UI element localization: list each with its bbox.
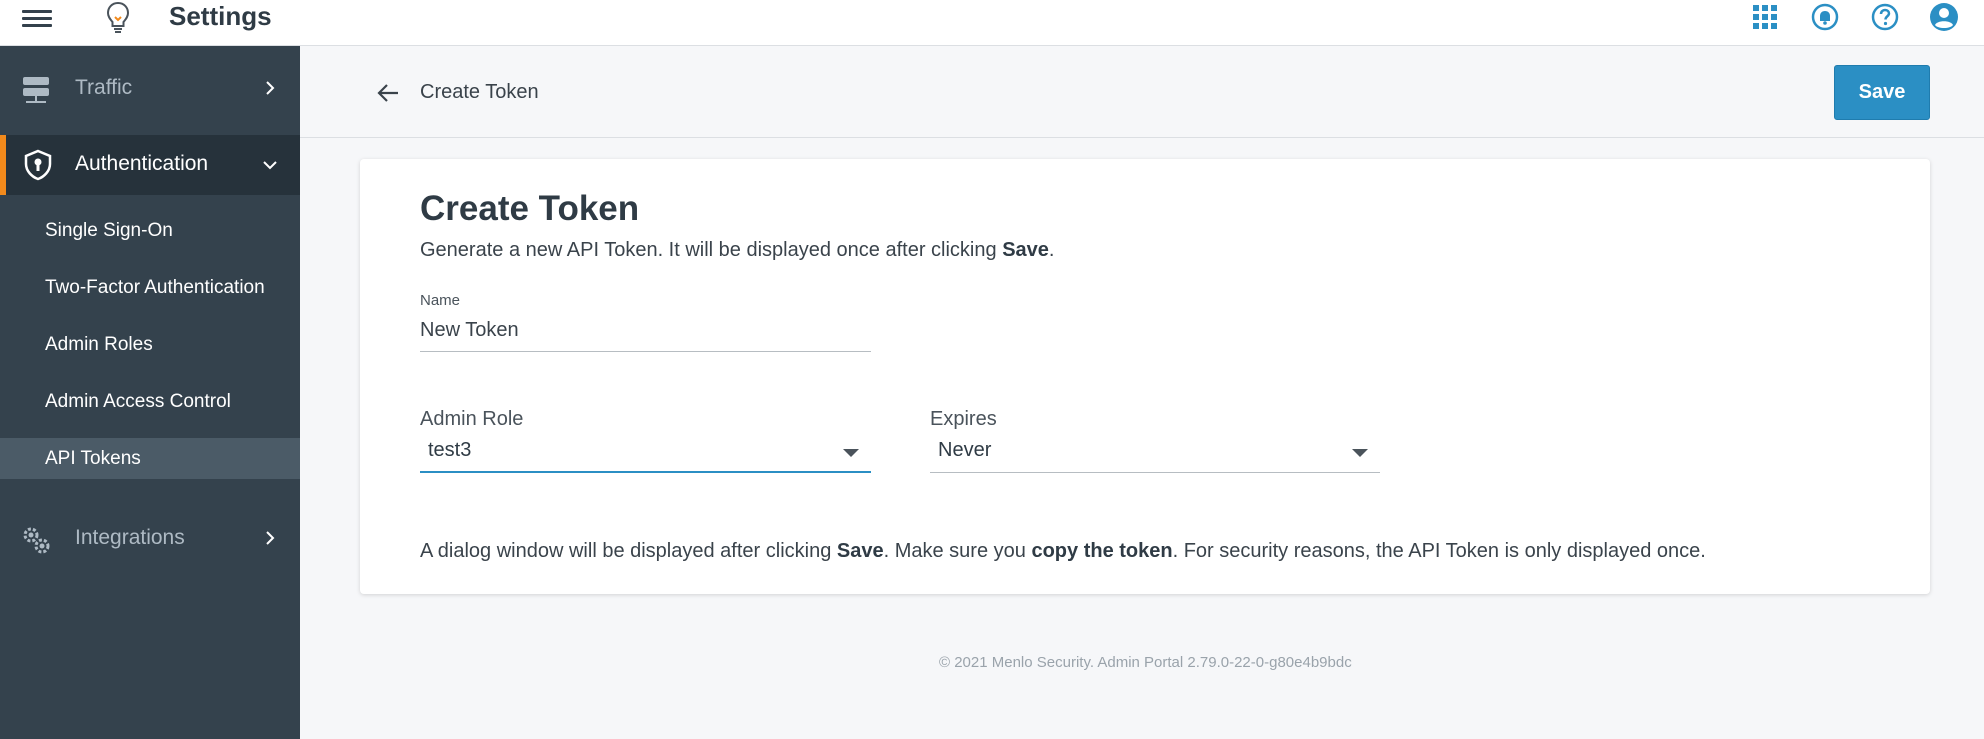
expires-value: Never: [938, 439, 992, 461]
name-label: Name: [420, 292, 461, 309]
description-period: .: [1048, 239, 1055, 261]
description-text: Generate a new API Token. It will be dis…: [420, 239, 1003, 261]
expires-label: Expires: [930, 408, 997, 430]
sidebar-section-label: Authentication: [75, 152, 209, 175]
save-button[interactable]: Save: [1834, 65, 1930, 120]
page-description: Generate a new API Token. It will be dis…: [420, 239, 1054, 262]
admin-role-value: test3: [428, 439, 472, 461]
sidebar-section-authentication[interactable]: Authentication: [0, 135, 300, 195]
sidebar-item-label: Admin Roles: [45, 334, 153, 355]
admin-role-select[interactable]: test3: [420, 431, 871, 473]
chevron-right-icon: [266, 531, 275, 545]
create-token-card: Create Token Generate a new API Token. I…: [360, 159, 1930, 594]
breadcrumb-title: Create Token: [420, 81, 539, 103]
description-save-text: Save: [1002, 239, 1049, 261]
sidebar-section-integrations[interactable]: Integrations: [0, 496, 300, 584]
sidebar-item-admin-access-control[interactable]: Admin Access Control: [0, 381, 300, 422]
gears-icon: [23, 527, 50, 554]
page-header: [300, 46, 1984, 138]
sidebar-item-label: Admin Access Control: [45, 391, 231, 412]
note-text: . For security reasons, the API Token is…: [1172, 540, 1706, 562]
chevron-down-icon: [263, 161, 277, 170]
back-arrow-icon[interactable]: [376, 80, 402, 106]
account-icon[interactable]: [1929, 2, 1959, 32]
help-icon[interactable]: [1870, 2, 1900, 32]
page-title: Create Token: [420, 189, 640, 228]
lightbulb-icon: [106, 1, 130, 33]
note-text: A dialog window will be displayed after …: [420, 540, 837, 562]
notifications-icon[interactable]: [1810, 2, 1840, 32]
top-bar: Settings: [0, 0, 1984, 46]
sidebar-item-admin-roles[interactable]: Admin Roles: [0, 324, 300, 365]
sidebar: Traffic Authentication Single Sign-On Tw…: [0, 46, 300, 739]
expires-select[interactable]: Never: [930, 431, 1380, 473]
sidebar-item-label: API Tokens: [45, 448, 141, 469]
dropdown-caret-icon: [1352, 449, 1368, 457]
admin-role-label: Admin Role: [420, 408, 524, 430]
sidebar-section-label: Traffic: [75, 76, 133, 99]
apps-grid-icon[interactable]: [1750, 2, 1780, 32]
sidebar-item-single-sign-on[interactable]: Single Sign-On: [0, 210, 300, 251]
note-copy-token-text: copy the token: [1031, 540, 1173, 562]
sidebar-item-two-factor-authentication[interactable]: Two-Factor Authentication: [0, 267, 300, 308]
menu-icon[interactable]: [22, 6, 52, 32]
app-title: Settings: [169, 1, 272, 31]
sidebar-item-label: Single Sign-On: [45, 220, 173, 241]
server-icon: [23, 77, 49, 103]
sidebar-section-traffic[interactable]: Traffic: [0, 46, 300, 134]
security-note: A dialog window will be displayed after …: [420, 540, 1706, 563]
sidebar-item-api-tokens[interactable]: API Tokens: [0, 438, 300, 479]
note-save-text: Save: [836, 540, 884, 562]
note-text: . Make sure you: [883, 540, 1032, 562]
dropdown-caret-icon: [843, 449, 859, 457]
shield-icon: [24, 149, 52, 181]
sidebar-item-label: Two-Factor Authentication: [45, 277, 265, 298]
footer-copyright: © 2021 Menlo Security. Admin Portal 2.79…: [939, 654, 1352, 671]
sidebar-section-label: Integrations: [75, 526, 185, 549]
name-field[interactable]: [420, 310, 871, 352]
chevron-right-icon: [266, 81, 275, 95]
